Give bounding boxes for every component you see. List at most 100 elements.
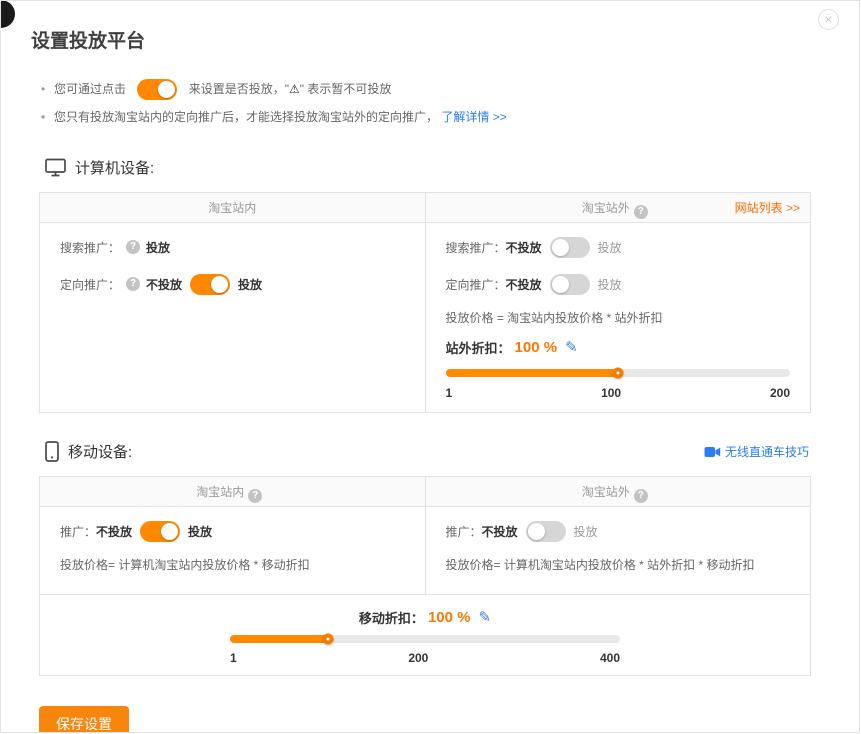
save-button[interactable]: 保存设置	[39, 706, 129, 733]
offsite-discount-line: 站外折扣： 100 % ✎	[446, 335, 791, 359]
on-label: 投放	[598, 276, 622, 293]
target-promo-label: 定向推广：	[446, 276, 506, 293]
header-label: 淘宝站外	[582, 485, 630, 499]
computer-onsite-target-toggle[interactable]	[190, 274, 230, 295]
edit-icon[interactable]: ✎	[478, 608, 491, 626]
mobile-offsite-promo-row: 推广： 不投放 投放	[446, 519, 791, 543]
offsite-discount-slider[interactable]	[446, 369, 791, 377]
search-promo-label: 搜索推广：	[60, 239, 120, 256]
mobile-offsite-cell: 推广： 不投放 投放 投放价格= 计算机淘宝站内投放价格 * 站外折扣 * 移动…	[425, 507, 811, 594]
off-label: 不投放	[506, 239, 542, 256]
toggle-knob	[528, 523, 545, 540]
computer-table-header: 淘宝站内 淘宝站外? 网站列表 >>	[40, 193, 810, 223]
help-icon[interactable]: ?	[126, 240, 140, 254]
computer-offsite-target-toggle[interactable]	[550, 274, 590, 295]
edit-icon[interactable]: ✎	[565, 338, 578, 356]
mobile-discount-line: 移动折扣： 100 % ✎	[60, 605, 790, 629]
mobile-discount-slider[interactable]	[230, 635, 620, 643]
note-toggle-hint: 您可通过点击 来设置是否投放，"⚠" 表示暂不可投放	[41, 77, 859, 101]
slider-mid-label: 200	[408, 651, 428, 665]
mobile-offsite-header: 淘宝站外?	[425, 477, 811, 506]
onsite-search-row: 搜索推广：? 投放	[60, 235, 405, 259]
toggle-knob	[552, 239, 569, 256]
on-label: 投放	[598, 239, 622, 256]
on-label: 投放	[238, 276, 262, 293]
computer-offsite-header: 淘宝站外? 网站列表 >>	[425, 193, 811, 222]
mobile-section-title: 移动设备:	[68, 441, 132, 462]
note-text: 来设置是否投放，"	[189, 82, 289, 96]
monitor-icon	[45, 158, 66, 177]
learn-more-link[interactable]: 了解详情 >>	[441, 110, 506, 124]
mobile-discount-section: 移动折扣： 100 % ✎ 1 200 400	[40, 594, 810, 675]
toggle-knob	[211, 276, 228, 293]
ad-platform-settings-dialog: × 设置投放平台 您可通过点击 来设置是否投放，"⚠" 表示暂不可投放 您只有投…	[0, 0, 860, 733]
offsite-price-formula: 投放价格 = 淘宝站内投放价格 * 站外折扣	[446, 309, 791, 327]
mobile-discount-label: 移动折扣：	[359, 608, 424, 627]
note-text: " 表示暂不可投放	[300, 82, 392, 96]
offsite-discount-label: 站外折扣：	[446, 338, 511, 357]
computer-section-title: 计算机设备:	[75, 157, 154, 178]
phone-icon	[45, 441, 59, 462]
off-label: 不投放	[482, 523, 518, 540]
help-icon[interactable]: ?	[634, 489, 648, 503]
target-promo-label: 定向推广：	[60, 276, 120, 293]
search-promo-status: 投放	[146, 239, 170, 256]
off-label: 不投放	[96, 523, 132, 540]
site-list-link[interactable]: 网站列表 >>	[735, 193, 800, 223]
mobile-onsite-promo-row: 推广： 不投放 投放	[60, 519, 405, 543]
computer-offsite-cell: 搜索推广： 不投放 投放 定向推广： 不投放 投放 投放价格 = 淘宝站内投放价…	[425, 223, 811, 412]
mobile-onsite-toggle[interactable]	[140, 521, 180, 542]
slider-fill	[230, 635, 328, 643]
mobile-section-header: 移动设备: 无线直通车技巧	[45, 441, 809, 462]
help-icon[interactable]: ?	[634, 205, 648, 219]
video-icon	[704, 446, 721, 458]
note-targeting-hint: 您只有投放淘宝站内的定向推广后，才能选择投放淘宝站外的定向推广， 了解详情 >>	[41, 105, 859, 129]
corner-artifact	[0, 0, 15, 28]
off-label: 不投放	[146, 276, 182, 293]
mobile-offsite-toggle[interactable]	[526, 521, 566, 542]
mobile-table-body: 推广： 不投放 投放 投放价格= 计算机淘宝站内投放价格 * 移动折扣 推广： …	[40, 507, 810, 594]
header-label: 淘宝站内	[196, 485, 244, 499]
warning-icon: ⚠	[289, 82, 300, 96]
off-label: 不投放	[506, 276, 542, 293]
help-icon[interactable]: ?	[126, 277, 140, 291]
computer-table: 淘宝站内 淘宝站外? 网站列表 >> 搜索推广：? 投放 定向推广：? 不投放 …	[39, 192, 811, 413]
mobile-discount-value: 100 %	[428, 609, 471, 626]
on-label: 投放	[574, 523, 598, 540]
example-toggle[interactable]	[137, 79, 177, 100]
wireless-tips-label: 无线直通车技巧	[725, 443, 809, 460]
slider-min-label: 1	[230, 651, 237, 665]
slider-mid-label: 100	[601, 386, 621, 400]
toggle-knob	[552, 276, 569, 293]
offsite-slider-labels: 1 100 200	[446, 386, 791, 400]
computer-offsite-search-toggle[interactable]	[550, 237, 590, 258]
toggle-knob	[158, 81, 175, 98]
mobile-onsite-cell: 推广： 不投放 投放 投放价格= 计算机淘宝站内投放价格 * 移动折扣	[40, 507, 425, 594]
onsite-target-row: 定向推广：? 不投放 投放	[60, 272, 405, 296]
mobile-offsite-price-formula: 投放价格= 计算机淘宝站内投放价格 * 站外折扣 * 移动折扣	[446, 556, 791, 574]
offsite-search-row: 搜索推广： 不投放 投放	[446, 235, 791, 259]
promo-label: 推广：	[60, 523, 96, 540]
computer-onsite-header: 淘宝站内	[40, 193, 425, 222]
note-text: 您可通过点击	[54, 82, 126, 96]
slider-handle[interactable]	[612, 368, 623, 379]
offsite-discount-value: 100 %	[515, 339, 558, 356]
slider-fill	[446, 369, 618, 377]
close-button[interactable]: ×	[818, 9, 839, 30]
help-icon[interactable]: ?	[248, 489, 262, 503]
header-label: 淘宝站外	[582, 201, 630, 215]
computer-table-body: 搜索推广：? 投放 定向推广：? 不投放 投放 搜索推广： 不投放 投放	[40, 223, 810, 412]
mobile-onsite-price-formula: 投放价格= 计算机淘宝站内投放价格 * 移动折扣	[60, 556, 405, 574]
mobile-slider-labels: 1 200 400	[230, 651, 620, 665]
notes-list: 您可通过点击 来设置是否投放，"⚠" 表示暂不可投放 您只有投放淘宝站内的定向推…	[41, 77, 859, 129]
on-label: 投放	[188, 523, 212, 540]
slider-max-label: 200	[770, 386, 790, 400]
mobile-table-header: 淘宝站内? 淘宝站外?	[40, 477, 810, 507]
header-label: 淘宝站内	[208, 201, 256, 215]
slider-handle[interactable]	[322, 634, 333, 645]
promo-label: 推广：	[446, 523, 482, 540]
computer-section-header: 计算机设备:	[45, 157, 809, 178]
computer-onsite-cell: 搜索推广：? 投放 定向推广：? 不投放 投放	[40, 223, 425, 412]
wireless-tips-link[interactable]: 无线直通车技巧	[704, 443, 809, 460]
slider-min-label: 1	[446, 386, 453, 400]
